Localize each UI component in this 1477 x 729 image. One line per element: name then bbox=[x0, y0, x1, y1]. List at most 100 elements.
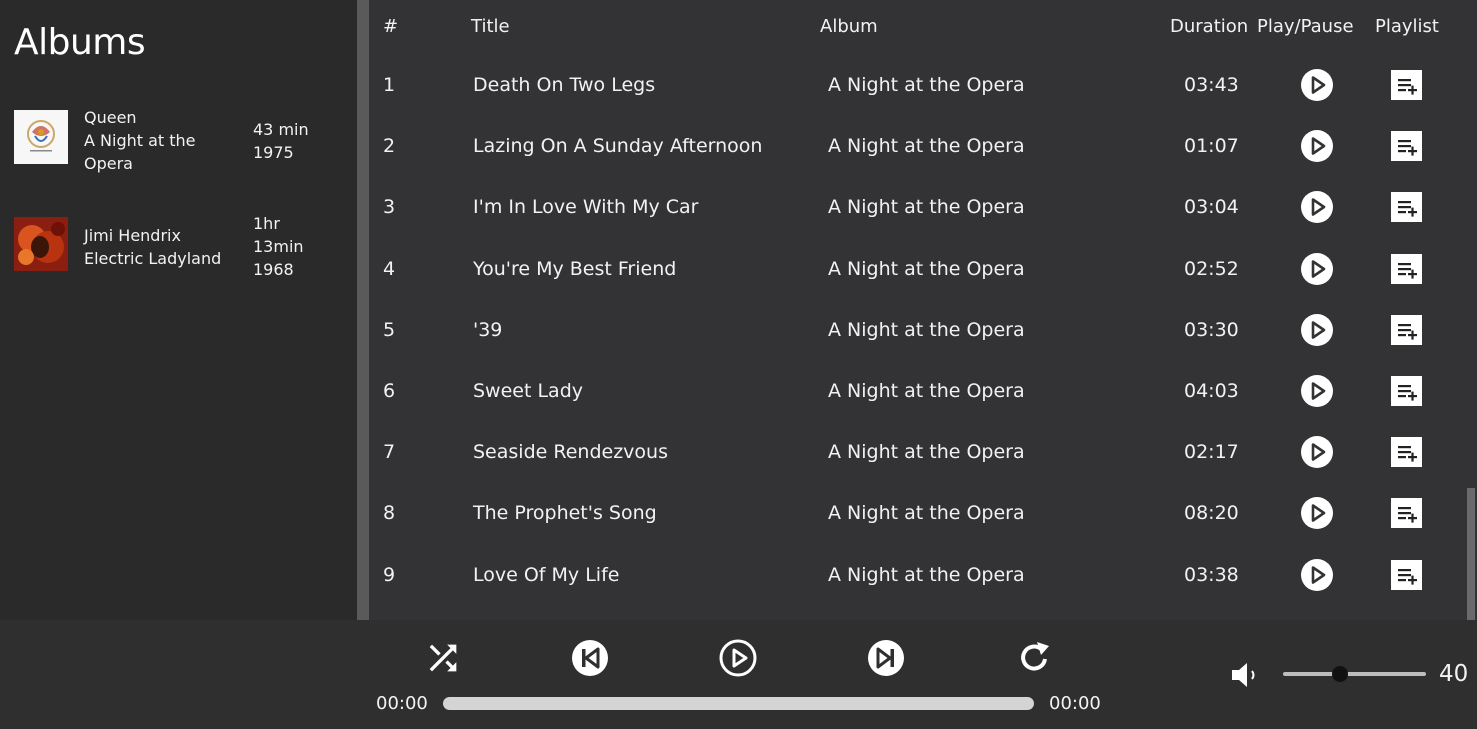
track-number: 3 bbox=[383, 196, 396, 219]
album-length: 1hr 13min bbox=[253, 214, 304, 256]
track-album: A Night at the Opera bbox=[828, 196, 1025, 219]
scrollbar-thumb[interactable] bbox=[1467, 488, 1475, 620]
table-row[interactable]: 8 The Prophet's Song A Night at the Opera 0… bbox=[369, 493, 1465, 554]
track-number: 9 bbox=[383, 563, 396, 586]
track-duration: 03:38 bbox=[1184, 563, 1239, 586]
table-row[interactable]: 1 Death On Two Legs A Night at the Opera 03… bbox=[369, 65, 1465, 126]
header-album[interactable]: Album bbox=[820, 16, 878, 37]
album-cover-hendrix bbox=[14, 217, 68, 271]
total-time: 00:00 bbox=[1049, 693, 1101, 714]
table-row[interactable]: 2 Lazing On A Sunday Afternoon A Night at … bbox=[369, 126, 1465, 187]
track-number: 6 bbox=[383, 380, 396, 402]
play-circle-icon[interactable] bbox=[1301, 191, 1333, 224]
track-title: Seaside Rendezvous bbox=[473, 441, 668, 464]
track-duration: 08:20 bbox=[1184, 502, 1239, 525]
album-year: 1968 bbox=[253, 260, 294, 279]
track-duration: 02:17 bbox=[1184, 441, 1239, 464]
table-row[interactable]: 6 Sweet Lady A Night at the Opera 04:03 bbox=[369, 371, 1465, 432]
track-table: # Title Album Duration Play/Pause Playli… bbox=[369, 0, 1465, 620]
track-duration: 03:43 bbox=[1184, 74, 1239, 96]
play-circle-icon[interactable] bbox=[1301, 375, 1333, 407]
track-album: A Night at the Opera bbox=[828, 502, 1025, 525]
table-row[interactable]: 4 You're My Best Friend A Night at the Ope… bbox=[369, 249, 1465, 310]
album-item-hendrix[interactable]: Jimi Hendrix Electric Ladyland 1hr 13min… bbox=[14, 214, 344, 286]
playlist-add-icon[interactable] bbox=[1391, 131, 1422, 162]
albums-sidebar: Albums Queen A Night at the Opera 43 min… bbox=[0, 0, 357, 620]
track-album: A Night at the Opera bbox=[828, 135, 1025, 158]
playlist-add-icon[interactable] bbox=[1391, 253, 1422, 284]
sidebar-divider[interactable] bbox=[357, 0, 369, 620]
track-album: A Night at the Opera bbox=[828, 563, 1025, 586]
track-number: 1 bbox=[383, 74, 396, 96]
table-row[interactable]: 9 Love Of My Life A Night at the Opera 03:3… bbox=[369, 555, 1465, 616]
play-circle-icon[interactable] bbox=[1301, 436, 1333, 469]
header-title[interactable]: Title bbox=[471, 16, 510, 37]
shuffle-icon[interactable] bbox=[423, 638, 463, 678]
track-album: A Night at the Opera bbox=[828, 380, 1025, 402]
table-row[interactable]: 5 '39 A Night at the Opera 03:30 bbox=[369, 310, 1465, 371]
album-name: A Night at the Opera bbox=[84, 131, 196, 173]
track-duration: 02:52 bbox=[1184, 257, 1239, 280]
album-artist: Jimi Hendrix bbox=[84, 226, 181, 245]
table-scrollbar[interactable] bbox=[1465, 0, 1477, 620]
track-album: A Night at the Opera bbox=[828, 257, 1025, 280]
progress-bar[interactable] bbox=[443, 697, 1034, 710]
track-album: A Night at the Opera bbox=[828, 441, 1025, 464]
play-circle-icon[interactable] bbox=[719, 639, 757, 677]
track-title: Love Of My Life bbox=[473, 563, 620, 586]
album-cover-queen bbox=[14, 110, 68, 164]
header-duration[interactable]: Duration bbox=[1170, 16, 1248, 37]
album-year: 1975 bbox=[253, 143, 294, 162]
track-album: A Night at the Opera bbox=[828, 74, 1025, 96]
header-number: # bbox=[383, 16, 399, 37]
volume-value: 40 bbox=[1439, 661, 1469, 687]
album-item-queen[interactable]: Queen A Night at the Opera 43 min 1975 bbox=[14, 108, 344, 180]
track-duration: 01:07 bbox=[1184, 135, 1239, 158]
track-number: 4 bbox=[383, 257, 396, 280]
track-title: I'm In Love With My Car bbox=[473, 196, 699, 219]
volume-icon[interactable] bbox=[1230, 660, 1264, 690]
header-playlist: Playlist bbox=[1375, 16, 1439, 37]
album-name: Electric Ladyland bbox=[84, 249, 222, 268]
track-number: 7 bbox=[383, 441, 396, 464]
table-row[interactable]: 3 I'm In Love With My Car A Night at the O… bbox=[369, 187, 1465, 248]
track-title: Death On Two Legs bbox=[473, 74, 656, 96]
track-title: '39 bbox=[473, 318, 503, 341]
play-circle-icon[interactable] bbox=[1301, 558, 1333, 591]
track-title: Lazing On A Sunday Afternoon bbox=[473, 135, 763, 158]
playlist-add-icon[interactable] bbox=[1391, 498, 1422, 529]
track-duration: 03:04 bbox=[1184, 196, 1239, 219]
repeat-icon[interactable] bbox=[1015, 638, 1055, 678]
playlist-add-icon[interactable] bbox=[1391, 559, 1422, 590]
volume-slider-handle[interactable] bbox=[1332, 666, 1349, 682]
play-circle-icon[interactable] bbox=[1301, 252, 1333, 285]
track-title: The Prophet's Song bbox=[473, 502, 657, 525]
track-duration: 04:03 bbox=[1184, 380, 1239, 402]
volume-slider[interactable] bbox=[1283, 666, 1426, 682]
player-bar: 00:00 00:00 40 bbox=[0, 620, 1477, 729]
playlist-add-icon[interactable] bbox=[1391, 192, 1422, 223]
play-circle-icon[interactable] bbox=[1301, 497, 1333, 530]
play-circle-icon[interactable] bbox=[1301, 313, 1333, 346]
playlist-add-icon[interactable] bbox=[1391, 376, 1422, 406]
playlist-add-icon[interactable] bbox=[1391, 437, 1422, 468]
header-play-pause: Play/Pause bbox=[1257, 16, 1354, 37]
track-album: A Night at the Opera bbox=[828, 318, 1025, 341]
track-title: You're My Best Friend bbox=[473, 257, 677, 280]
track-title: Sweet Lady bbox=[473, 380, 584, 402]
album-length: 43 min bbox=[253, 120, 309, 139]
playlist-add-icon[interactable] bbox=[1391, 314, 1422, 345]
track-number: 2 bbox=[383, 135, 396, 158]
album-artist: Queen bbox=[84, 108, 137, 127]
play-circle-icon[interactable] bbox=[1301, 69, 1333, 101]
playlist-add-icon[interactable] bbox=[1391, 70, 1422, 100]
track-duration: 03:30 bbox=[1184, 318, 1239, 341]
track-number: 5 bbox=[383, 318, 396, 341]
sidebar-title: Albums bbox=[14, 22, 146, 63]
skip-previous-icon[interactable] bbox=[571, 639, 609, 677]
skip-next-icon[interactable] bbox=[867, 639, 905, 677]
current-time: 00:00 bbox=[376, 693, 428, 714]
table-row[interactable]: 7 Seaside Rendezvous A Night at the Opera 0… bbox=[369, 432, 1465, 493]
track-number: 8 bbox=[383, 502, 396, 525]
play-circle-icon[interactable] bbox=[1301, 130, 1333, 163]
